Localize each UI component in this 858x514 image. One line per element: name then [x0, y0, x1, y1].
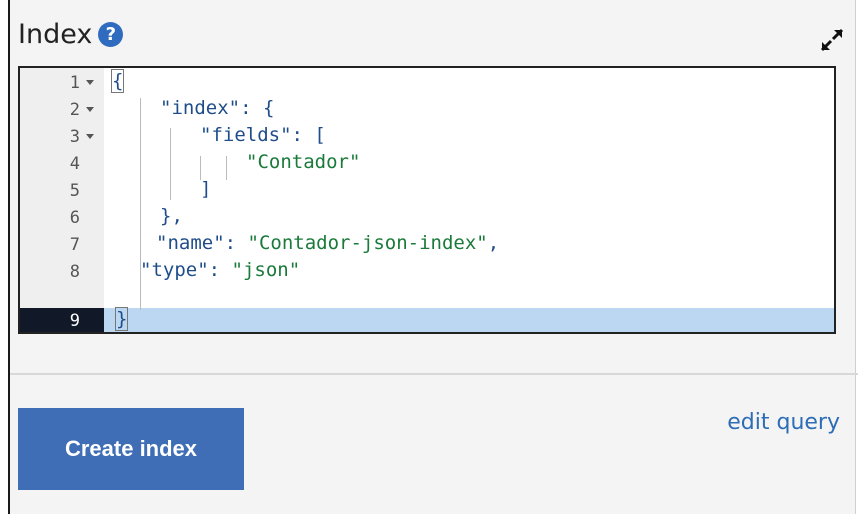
line-number: 9	[20, 308, 104, 332]
fold-arrow-icon[interactable]	[86, 80, 94, 85]
line-number: 6	[69, 208, 80, 228]
code-line: 1 {	[20, 69, 834, 97]
help-icon[interactable]: ?	[98, 21, 124, 47]
panel-header: Index ?	[18, 14, 124, 54]
code-line: 3 "fields": [	[20, 124, 834, 151]
code-line: 5 ]	[20, 178, 834, 205]
create-index-button[interactable]: Create index	[18, 408, 244, 490]
code-line: 2 "index": {	[20, 97, 834, 124]
fold-arrow-icon[interactable]	[86, 107, 94, 112]
code-line: 8 "type": "json"	[20, 259, 834, 286]
line-number: 2	[69, 100, 80, 120]
code-line: 4 "Contador"	[20, 151, 834, 178]
line-number: 7	[69, 235, 80, 255]
code-line: 7 "name": "Contador-json-index",	[20, 232, 834, 259]
fold-arrow-icon[interactable]	[86, 134, 94, 139]
line-number: 5	[69, 181, 80, 201]
code-text: ]	[200, 178, 212, 200]
code-text: "name": "Contador-json-index",	[156, 232, 500, 254]
code-text: "type": "json"	[140, 259, 301, 281]
code-text: {	[110, 69, 125, 93]
json-editor[interactable]: 1 { 2 "index": { 3 "fields": [ 4 "Contad…	[18, 66, 836, 334]
panel-title: Index	[18, 18, 93, 50]
code-text: "Contador"	[246, 151, 361, 173]
code-text: },	[160, 205, 183, 227]
code-text: "index": {	[160, 97, 275, 119]
line-number: 4	[69, 154, 80, 174]
code-line: 6 },	[20, 205, 834, 232]
line-number: 3	[69, 127, 80, 147]
code-line-active: 9 }	[20, 307, 834, 332]
edit-query-link[interactable]: edit query	[727, 410, 840, 435]
expand-icon[interactable]	[818, 26, 846, 54]
line-number: 1	[69, 73, 80, 93]
code-text: "fields": [	[200, 124, 326, 146]
section-divider	[10, 373, 858, 375]
line-number: 8	[69, 262, 80, 282]
code-text: }	[114, 307, 129, 331]
